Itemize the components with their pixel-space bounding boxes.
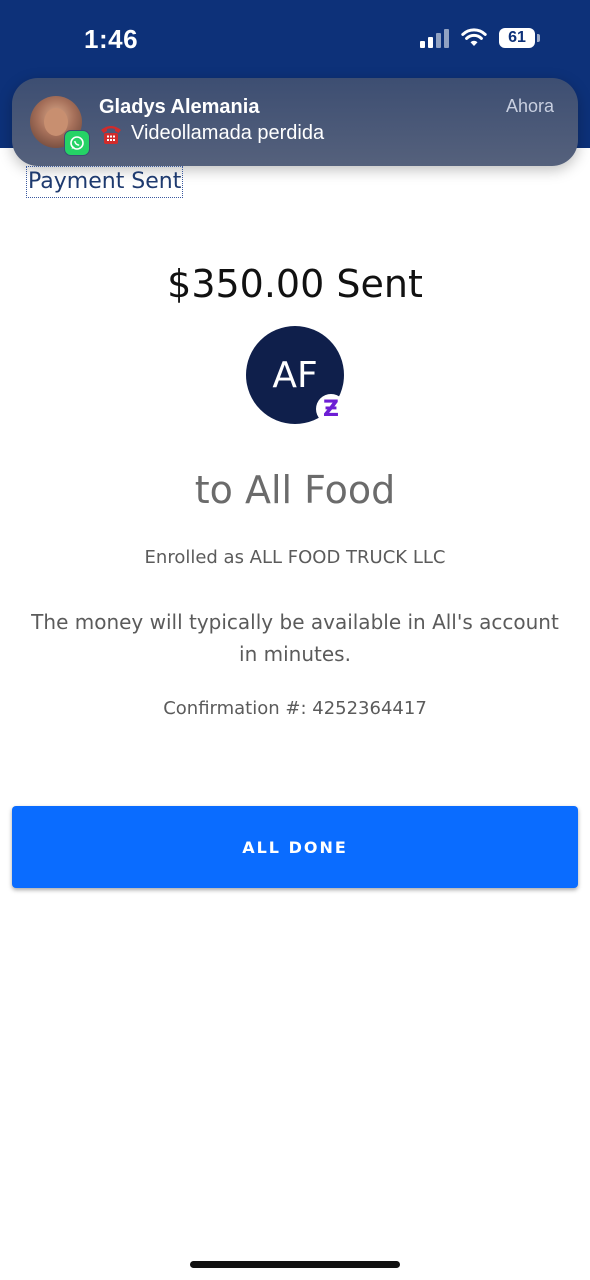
battery-level: 61 (499, 28, 535, 48)
wifi-icon (461, 28, 487, 46)
zelle-symbol: Ƶ (323, 396, 339, 422)
amount-sent: $350.00 Sent (167, 262, 423, 306)
whatsapp-icon (64, 130, 90, 156)
notification-banner[interactable]: Gladys Alemania Videollamada perdida Aho… (12, 78, 578, 166)
status-time: 1:46 (84, 24, 139, 54)
recipient-name: to All Food (194, 468, 396, 512)
telephone-icon (101, 125, 121, 144)
confirmation-number: Confirmation #: 4252364417 (163, 698, 427, 719)
avatar-initials: AF (272, 354, 318, 396)
status-icons: 61 (420, 28, 540, 48)
availability-info: The money will typically be available in… (31, 610, 559, 666)
cellular-signal-icon (420, 28, 449, 48)
notification-sender: Gladys Alemania (99, 96, 260, 118)
notification-message: Videollamada perdida (131, 122, 325, 144)
page-title: Payment Sent (26, 166, 184, 198)
battery-icon: 61 (499, 28, 540, 48)
home-indicator[interactable] (190, 1261, 400, 1268)
zelle-icon: Ƶ (316, 394, 346, 424)
notification-message-row: Videollamada perdida (99, 122, 324, 145)
notification-time: Ahora (505, 96, 554, 116)
all-done-button[interactable]: ALL DONE (12, 806, 578, 888)
enrolled-as: Enrolled as ALL FOOD TRUCK LLC (144, 547, 446, 568)
